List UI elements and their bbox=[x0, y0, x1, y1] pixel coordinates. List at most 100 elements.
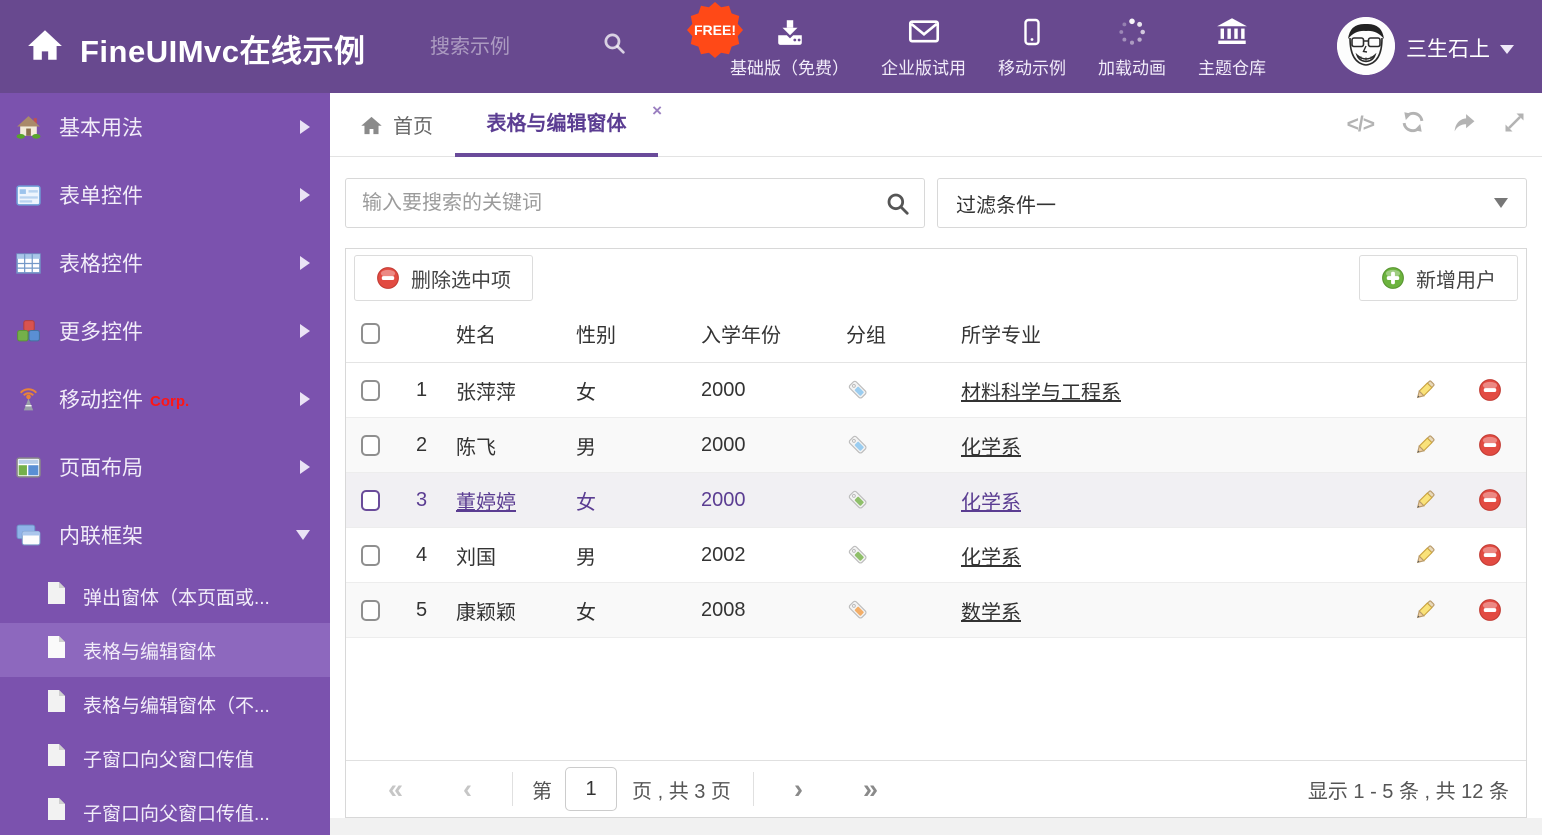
search-icon[interactable] bbox=[885, 191, 911, 222]
nav-item-theme-repo[interactable]: 主题仓库 bbox=[1182, 15, 1282, 79]
table-row[interactable]: 5 康颖颖 女 2008 数学系 bbox=[346, 583, 1526, 638]
refresh-icon[interactable] bbox=[1401, 110, 1425, 139]
prev-page-button[interactable]: ‹ bbox=[463, 775, 472, 803]
sidebar-item-grid-controls[interactable]: 表格控件 bbox=[0, 229, 330, 297]
table-row[interactable]: 2 陈飞 男 2000 化学系 bbox=[346, 418, 1526, 473]
sidebar-item-mobile-controls[interactable]: 移动控件 Corp. bbox=[0, 365, 330, 433]
row-checkbox[interactable] bbox=[361, 489, 380, 511]
home-icon bbox=[361, 116, 382, 135]
delete-selected-button[interactable]: 删除选中项 bbox=[354, 255, 533, 301]
bank-icon bbox=[1216, 15, 1248, 47]
edit-pencil-icon[interactable] bbox=[1413, 378, 1437, 402]
tab-active-label: 表格与编辑窗体 bbox=[486, 113, 627, 135]
delete-row-icon[interactable] bbox=[1478, 488, 1502, 512]
file-icon bbox=[46, 689, 67, 719]
minus-circle-icon bbox=[377, 267, 399, 289]
header-search-icon[interactable] bbox=[602, 31, 627, 61]
nav-item-loading-animations[interactable]: 加载动画 bbox=[1082, 15, 1182, 79]
edit-pencil-icon[interactable] bbox=[1413, 598, 1437, 622]
sidebar-subitem-grid-edit-window-2[interactable]: 表格与编辑窗体（不... bbox=[0, 677, 330, 731]
last-page-button[interactable]: » bbox=[863, 775, 878, 803]
filter-dropdown[interactable]: 过滤条件一 bbox=[937, 178, 1527, 228]
edit-pencil-icon[interactable] bbox=[1413, 543, 1437, 567]
header-search-input[interactable] bbox=[430, 32, 590, 62]
sidebar-item-page-layout[interactable]: 页面布局 bbox=[0, 433, 330, 501]
sidebar-subitem-grid-edit-window[interactable]: 表格与编辑窗体 bbox=[0, 623, 330, 677]
user-menu[interactable]: 三生石上 bbox=[1406, 33, 1514, 63]
tab-grid-edit-window[interactable]: 表格与编辑窗体 × bbox=[455, 93, 662, 157]
sidebar-item-inline-frame[interactable]: 内联框架 bbox=[0, 501, 330, 569]
page-label-suffix: 页 , 共 3 页 bbox=[632, 780, 731, 803]
major-link[interactable]: 数学系 bbox=[961, 602, 1021, 624]
chevron-down-icon bbox=[1494, 198, 1508, 208]
nav-item-basic-edition[interactable]: 基础版（免费） bbox=[714, 15, 865, 79]
add-user-label: 新增用户 bbox=[1416, 269, 1496, 292]
table-icon bbox=[15, 250, 42, 277]
layout-icon bbox=[15, 454, 42, 481]
tag-icon bbox=[848, 600, 867, 619]
nav-item-enterprise-trial[interactable]: 企业版试用 bbox=[865, 15, 982, 79]
column-header-major[interactable]: 所学专业 bbox=[961, 319, 1396, 348]
edit-pencil-icon[interactable] bbox=[1413, 433, 1437, 457]
table-row-selected[interactable]: 3 董婷婷 女 2000 化学系 bbox=[346, 473, 1526, 528]
corp-badge: Corp. bbox=[150, 392, 190, 410]
sidebar-item-basic-usage[interactable]: 基本用法 bbox=[0, 93, 330, 161]
page-number-input[interactable] bbox=[565, 767, 618, 811]
major-link[interactable]: 化学系 bbox=[961, 547, 1021, 569]
row-number: 1 bbox=[416, 378, 428, 401]
tag-icon bbox=[848, 545, 867, 564]
source-code-icon[interactable]: </> bbox=[1347, 113, 1375, 137]
delete-row-icon[interactable] bbox=[1478, 598, 1502, 622]
share-arrow-icon[interactable] bbox=[1452, 111, 1476, 138]
column-header-name[interactable]: 姓名 bbox=[456, 319, 576, 348]
table-row[interactable]: 1 张萍萍 女 2000 材料科学与工程系 bbox=[346, 363, 1526, 418]
column-header-year[interactable]: 入学年份 bbox=[701, 319, 846, 348]
major-link[interactable]: 化学系 bbox=[961, 492, 1021, 514]
close-icon[interactable]: × bbox=[652, 102, 662, 119]
filter-row: 过滤条件一 bbox=[345, 178, 1527, 228]
sidebar-subitem-child-to-parent[interactable]: 子窗口向父窗口传值 bbox=[0, 731, 330, 785]
row-checkbox[interactable] bbox=[361, 434, 380, 456]
first-page-button[interactable]: « bbox=[388, 775, 403, 803]
sidebar-subitem-child-to-parent-2[interactable]: 子窗口向父窗口传值... bbox=[0, 785, 330, 835]
chevron-right-icon bbox=[300, 120, 310, 134]
nav-item-label: 企业版试用 bbox=[881, 58, 966, 78]
keyword-search-input[interactable] bbox=[346, 179, 924, 227]
grid-toolbar: 删除选中项 新增用户 bbox=[346, 249, 1526, 301]
select-all-checkbox[interactable] bbox=[361, 323, 380, 344]
column-header-gender[interactable]: 性别 bbox=[576, 319, 701, 348]
filter-dropdown-value: 过滤条件一 bbox=[956, 194, 1056, 217]
row-checkbox[interactable] bbox=[361, 544, 380, 566]
chevron-right-icon bbox=[300, 256, 310, 270]
sidebar-item-more-controls[interactable]: 更多控件 bbox=[0, 297, 330, 365]
row-checkbox[interactable] bbox=[361, 599, 380, 621]
antenna-icon bbox=[15, 386, 42, 413]
row-checkbox[interactable] bbox=[361, 379, 380, 401]
cell-name[interactable]: 董婷婷 bbox=[456, 492, 516, 514]
tab-home[interactable]: 首页 bbox=[360, 93, 433, 156]
sidebar-subitem-popup-window[interactable]: 弹出窗体（本页面或... bbox=[0, 569, 330, 623]
mobile-phone-icon bbox=[1018, 15, 1046, 47]
sidebar-item-form-controls[interactable]: 表单控件 bbox=[0, 161, 330, 229]
grid-panel: 删除选中项 新增用户 姓名 性别 入学年份 分组 所学专业 1 张萍萍 女 20… bbox=[345, 248, 1527, 818]
app-title[interactable]: FineUIMvc在线示例 bbox=[80, 26, 366, 71]
spinner-icon bbox=[1117, 15, 1147, 47]
major-link[interactable]: 化学系 bbox=[961, 437, 1021, 459]
major-link[interactable]: 材料科学与工程系 bbox=[961, 382, 1121, 404]
add-user-button[interactable]: 新增用户 bbox=[1359, 255, 1518, 301]
table-row[interactable]: 4 刘国 男 2002 化学系 bbox=[346, 528, 1526, 583]
expand-icon[interactable] bbox=[1503, 111, 1526, 139]
chevron-right-icon bbox=[300, 324, 310, 338]
nav-item-mobile-demo[interactable]: 移动示例 bbox=[982, 15, 1082, 79]
user-avatar[interactable] bbox=[1337, 17, 1395, 75]
delete-row-icon[interactable] bbox=[1478, 378, 1502, 402]
home-icon[interactable] bbox=[26, 28, 64, 67]
edit-pencil-icon[interactable] bbox=[1413, 488, 1437, 512]
header-nav: 基础版（免费） 企业版试用 移动示例 加载动画 主题仓库 bbox=[714, 0, 1282, 93]
delete-row-icon[interactable] bbox=[1478, 543, 1502, 567]
table-header-row: 姓名 性别 入学年份 分组 所学专业 bbox=[346, 305, 1526, 363]
nav-item-label: 主题仓库 bbox=[1198, 58, 1266, 78]
next-page-button[interactable]: › bbox=[794, 775, 803, 803]
delete-row-icon[interactable] bbox=[1478, 433, 1502, 457]
column-header-group[interactable]: 分组 bbox=[846, 319, 961, 348]
